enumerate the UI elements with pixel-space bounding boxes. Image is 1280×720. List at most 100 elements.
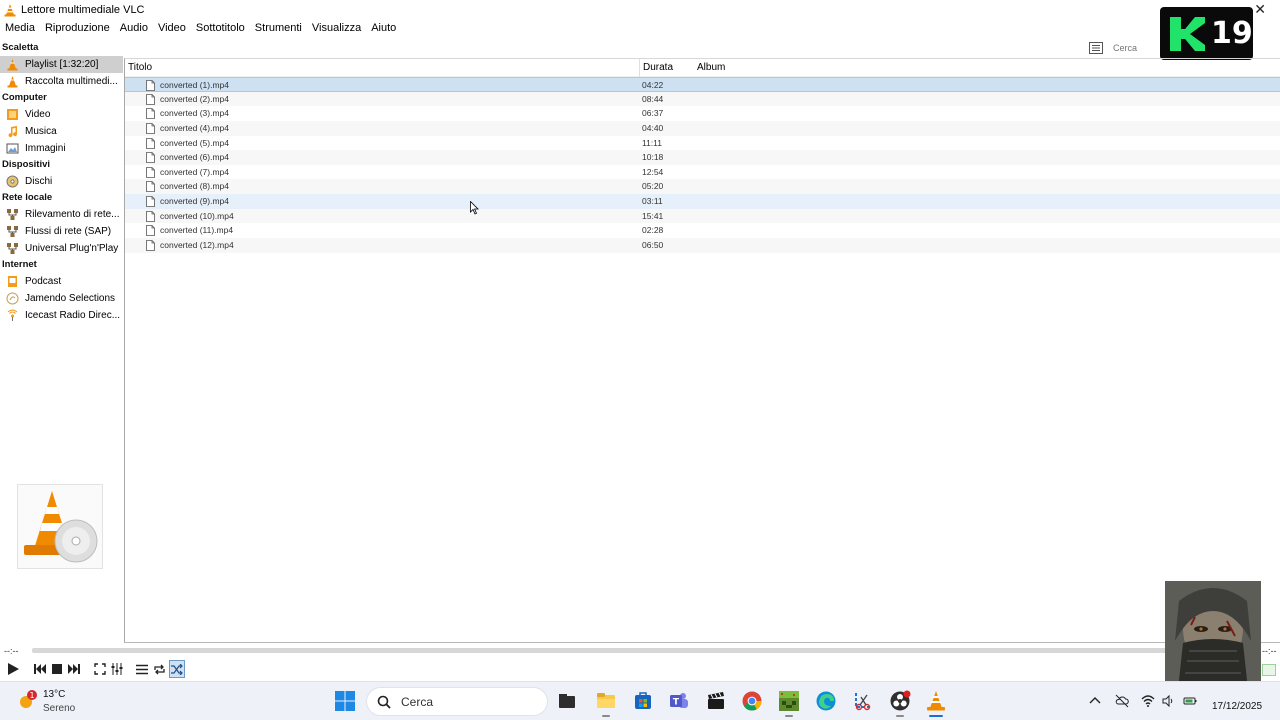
sidebar-item-jamendo[interactable]: Jamendo Selections: [0, 290, 123, 307]
taskbar-app-teams[interactable]: T: [668, 690, 690, 712]
taskbar-app-video-editor[interactable]: [705, 690, 727, 712]
playlist-row[interactable]: converted (11).mp4 02:28: [125, 223, 1280, 238]
wifi-icon[interactable]: [1141, 694, 1155, 708]
sidebar-item-podcast[interactable]: Podcast: [0, 273, 123, 290]
sidebar-item-label: Universal Plug'n'Play: [25, 243, 119, 254]
sidebar-item-dischi[interactable]: Dischi: [0, 173, 123, 190]
sidebar-item-icecast[interactable]: Icecast Radio Direc...: [0, 307, 123, 324]
sidebar-item-playlist[interactable]: Playlist [1:32:20]: [0, 56, 123, 73]
section-dispositivi: Dispositivi: [2, 159, 51, 170]
sidebar-item-immagini[interactable]: Immagini: [0, 140, 123, 157]
row-title: converted (12).mp4: [160, 240, 234, 251]
sidebar-item-network-discovery[interactable]: Rilevamento di rete...: [0, 206, 123, 223]
vlc-cone-icon: [4, 3, 16, 16]
sidebar-item-sap-streams[interactable]: Flussi di rete (SAP): [0, 223, 123, 240]
play-button[interactable]: [4, 660, 22, 678]
chrome-icon: [742, 691, 762, 711]
playlist-row[interactable]: converted (3).mp4 06:37: [125, 106, 1280, 121]
playlist-row[interactable]: converted (4).mp4 04:40: [125, 120, 1280, 136]
taskbar-search[interactable]: Cerca: [366, 687, 548, 716]
playlist-icon: [7, 59, 18, 71]
sidebar-item-musica[interactable]: Musica: [0, 123, 123, 140]
section-computer: Computer: [2, 92, 47, 103]
weather-condition: Sereno: [43, 703, 76, 714]
obs-icon: [890, 690, 911, 711]
column-header-album[interactable]: Album: [697, 62, 725, 73]
taskbar-app-store[interactable]: [632, 690, 654, 712]
taskbar-app-edge[interactable]: [815, 690, 837, 712]
row-title: converted (3).mp4: [160, 108, 229, 119]
menu-visualizza[interactable]: Visualizza: [307, 22, 366, 34]
edge-icon: [816, 691, 836, 711]
menu-strumenti[interactable]: Strumenti: [250, 22, 307, 34]
network-icon: [7, 243, 18, 254]
column-header-title[interactable]: Titolo: [128, 62, 152, 73]
playlist-row[interactable]: converted (2).mp4 08:44: [125, 91, 1280, 107]
stop-button[interactable]: [49, 660, 65, 678]
file-icon: [146, 80, 155, 91]
row-title: converted (11).mp4: [160, 225, 234, 236]
next-button[interactable]: [66, 660, 82, 678]
volume-icon[interactable]: [1162, 694, 1176, 708]
onedrive-offline-icon[interactable]: [1115, 694, 1129, 708]
taskbar-app-chrome[interactable]: [741, 690, 763, 712]
battery-icon[interactable]: [1183, 694, 1197, 708]
sidebar-item-media-library[interactable]: Raccolta multimedi...: [0, 73, 123, 90]
playlist-row[interactable]: converted (5).mp4 11:11: [125, 136, 1280, 151]
row-duration: 04:40: [642, 122, 664, 133]
previous-button[interactable]: [32, 660, 48, 678]
media-library-icon: [7, 76, 18, 88]
playlist-row[interactable]: converted (10).mp4 15:41: [125, 208, 1280, 224]
playlist-row[interactable]: converted (6).mp4 10:18: [125, 150, 1280, 165]
shuffle-icon: [171, 663, 183, 675]
playlist-row[interactable]: converted (8).mp4 05:20: [125, 179, 1280, 195]
windows-start-icon[interactable]: [334, 690, 356, 712]
store-icon: [635, 692, 651, 709]
toggle-playlist-button[interactable]: [134, 660, 150, 678]
fullscreen-button[interactable]: [92, 660, 108, 678]
taskbar-app-snipping-tool[interactable]: [852, 690, 874, 712]
menu-video[interactable]: Video: [153, 22, 191, 34]
network-icon: [7, 209, 18, 220]
sidebar-item-upnp[interactable]: Universal Plug'n'Play: [0, 240, 123, 257]
taskbar-app-terminal[interactable]: [556, 690, 578, 712]
playlist-row[interactable]: converted (12).mp4 06:50: [125, 238, 1280, 253]
view-mode-icon[interactable]: [1089, 42, 1103, 54]
sidebar: Scaletta Playlist [1:32:20] Raccolta mul…: [0, 40, 123, 643]
taskbar-app-minecraft[interactable]: [778, 690, 800, 717]
active-indicator: [929, 715, 943, 717]
menu-aiuto[interactable]: Aiuto: [366, 22, 401, 34]
taskbar-date[interactable]: 17/12/2025: [1212, 701, 1262, 712]
jamendo-icon: [6, 292, 19, 305]
taskbar-app-vlc[interactable]: [925, 690, 947, 717]
taskbar-app-explorer[interactable]: [595, 690, 617, 717]
search-input[interactable]: [1113, 43, 1173, 53]
menu-bar: Media Riproduzione Audio Video Sottotito…: [0, 19, 401, 37]
row-title: converted (2).mp4: [160, 93, 229, 104]
shuffle-button[interactable]: [169, 660, 185, 678]
pictures-icon: [6, 143, 19, 154]
chevron-up-icon[interactable]: [1088, 694, 1102, 708]
section-scaletta: Scaletta: [2, 42, 39, 53]
vlc-icon: [927, 691, 945, 711]
playlist-row[interactable]: converted (7).mp4 12:54: [125, 165, 1280, 180]
playlist-row[interactable]: converted (9).mp4 03:11: [125, 194, 1280, 209]
column-header-duration[interactable]: Durata: [643, 62, 673, 73]
close-window-button[interactable]: ✕: [1254, 2, 1266, 16]
svg-text:T: T: [673, 698, 680, 708]
vlc-window: Lettore multimediale VLC ✕ Media Riprodu…: [0, 0, 1280, 720]
taskbar-app-obs[interactable]: [889, 690, 911, 717]
loop-button[interactable]: [151, 660, 167, 678]
row-title: converted (9).mp4: [160, 196, 229, 207]
column-divider[interactable]: [639, 59, 640, 77]
extended-settings-button[interactable]: [109, 660, 125, 678]
weather-widget[interactable]: 1 13°C Sereno: [17, 686, 97, 716]
playlist-row[interactable]: converted (1).mp4 04:22: [125, 77, 1280, 92]
menu-sottotitolo[interactable]: Sottotitolo: [191, 22, 250, 34]
seek-slider[interactable]: [32, 648, 1260, 653]
menu-media[interactable]: Media: [0, 22, 40, 34]
menu-audio[interactable]: Audio: [115, 22, 153, 34]
window-title: Lettore multimediale VLC: [21, 3, 145, 16]
sidebar-item-video[interactable]: Video: [0, 106, 123, 123]
menu-riproduzione[interactable]: Riproduzione: [40, 22, 115, 34]
